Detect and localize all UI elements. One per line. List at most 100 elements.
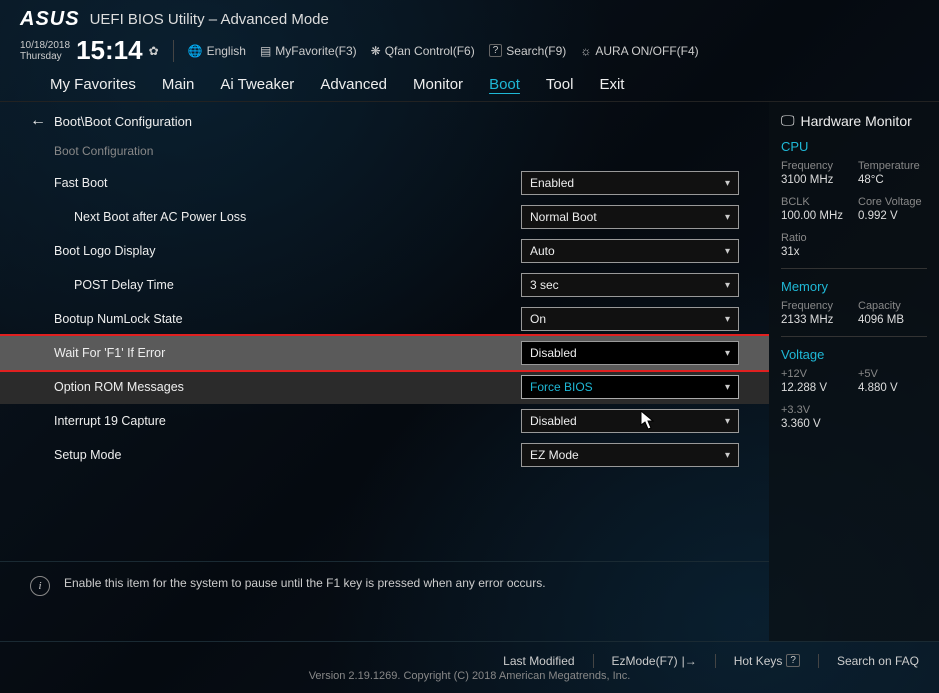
chevron-down-icon: ▾ bbox=[725, 382, 730, 393]
qfan-button[interactable]: ❋ Qfan Control(F6) bbox=[371, 44, 475, 58]
mem-freq-label: Frequency bbox=[781, 300, 850, 312]
list-icon: ▤ bbox=[260, 44, 271, 58]
help-text: Enable this item for the system to pause… bbox=[64, 576, 546, 590]
question-icon: ? bbox=[489, 44, 503, 57]
main-menu: My Favorites Main Ai Tweaker Advanced Monito… bbox=[0, 70, 939, 102]
chevron-down-icon: ▾ bbox=[725, 246, 730, 257]
mem-freq-value: 2133 MHz bbox=[781, 314, 850, 326]
search-label: Search(F9) bbox=[506, 44, 566, 58]
chevron-down-icon: ▾ bbox=[725, 416, 730, 427]
breadcrumb: ← Boot\Boot Configuration bbox=[0, 112, 769, 140]
menu-item-monitor[interactable]: Monitor bbox=[413, 76, 463, 93]
cpu-temp-label: Temperature bbox=[858, 160, 927, 172]
hotkeys-button[interactable]: Hot Keys ? bbox=[734, 654, 800, 668]
menu-item-exit[interactable]: Exit bbox=[599, 76, 624, 93]
voltage-heading: Voltage bbox=[781, 347, 927, 362]
chevron-down-icon: ▾ bbox=[725, 178, 730, 189]
setting-dropdown[interactable]: Force BIOS ▾ bbox=[521, 375, 739, 399]
chevron-down-icon: ▾ bbox=[725, 280, 730, 291]
core-voltage-label: Core Voltage bbox=[858, 196, 927, 208]
language-selector[interactable]: 🌐 English bbox=[188, 44, 246, 58]
hardware-monitor-sidebar: 🖵 Hardware Monitor CPU Frequency Tempera… bbox=[769, 102, 939, 641]
setting-row-setup-mode[interactable]: Setup ModeEZ Mode▾ bbox=[0, 438, 769, 472]
date-text: 10/18/2018 bbox=[20, 40, 70, 51]
setting-label: Interrupt 19 Capture bbox=[54, 414, 521, 428]
setting-dropdown[interactable]: On▾ bbox=[521, 307, 739, 331]
setting-label: POST Delay Time bbox=[74, 278, 521, 292]
menu-item-boot[interactable]: Boot bbox=[489, 76, 520, 93]
setting-row-post-delay-time[interactable]: POST Delay Time 3 sec ▾ bbox=[0, 268, 769, 302]
setting-row-interrupt-19-capture[interactable]: Interrupt 19 Capture Disabled ▾ bbox=[0, 404, 769, 438]
setting-row-boot-logo-display[interactable]: Boot Logo DisplayAuto▾ bbox=[0, 234, 769, 268]
menu-item-my-favorites[interactable]: My Favorites bbox=[50, 76, 136, 93]
setting-label: Bootup NumLock State bbox=[54, 312, 521, 326]
setting-row-next-boot-after-ac-power-loss[interactable]: Next Boot after AC Power LossNormal Boot… bbox=[0, 200, 769, 234]
setting-dropdown[interactable]: Normal Boot▾ bbox=[521, 205, 739, 229]
ezmode-button[interactable]: EzMode(F7) |→ bbox=[612, 654, 697, 668]
menu-item-tool[interactable]: Tool bbox=[546, 76, 574, 93]
globe-icon: 🌐 bbox=[188, 44, 203, 58]
cpu-freq-value: 3100 MHz bbox=[781, 174, 850, 186]
setting-dropdown[interactable]: Disabled ▾ bbox=[521, 341, 739, 365]
dropdown-value: Force BIOS bbox=[530, 380, 593, 394]
exit-icon: |→ bbox=[682, 654, 697, 668]
myfavorite-label: MyFavorite(F3) bbox=[275, 44, 356, 58]
setting-dropdown[interactable]: EZ Mode▾ bbox=[521, 443, 739, 467]
aura-button[interactable]: ☼ AURA ON/OFF(F4) bbox=[580, 44, 698, 58]
footer-bar: Last Modified EzMode(F7) |→ Hot Keys ? S… bbox=[0, 641, 939, 693]
monitor-icon: 🖵 bbox=[781, 112, 795, 129]
setting-label: Boot Logo Display bbox=[54, 244, 521, 258]
info-icon: i bbox=[30, 576, 50, 596]
dropdown-value: On bbox=[530, 312, 546, 326]
language-label: English bbox=[207, 44, 246, 58]
mem-cap-value: 4096 MB bbox=[858, 314, 927, 326]
setting-row-bootup-numlock-state[interactable]: Bootup NumLock StateOn▾ bbox=[0, 302, 769, 336]
fan-icon: ❋ bbox=[371, 44, 381, 58]
mem-cap-label: Capacity bbox=[858, 300, 927, 312]
dropdown-value: Disabled bbox=[530, 414, 577, 428]
faq-button[interactable]: Search on FAQ bbox=[837, 654, 919, 668]
memory-heading: Memory bbox=[781, 279, 927, 294]
setting-label: Fast Boot bbox=[54, 176, 521, 190]
chevron-down-icon: ▾ bbox=[725, 348, 730, 359]
setting-label: Option ROM Messages bbox=[54, 380, 521, 394]
v5-value: 4.880 V bbox=[858, 382, 927, 394]
ezmode-label: EzMode(F7) bbox=[612, 654, 678, 668]
setting-dropdown[interactable]: 3 sec ▾ bbox=[521, 273, 739, 297]
setting-label: Wait For 'F1' If Error bbox=[54, 346, 521, 360]
datetime-block: 10/18/2018 Thursday 15:14 ✿ bbox=[20, 35, 159, 66]
qfan-label: Qfan Control(F6) bbox=[385, 44, 475, 58]
brand-logo: ASUS bbox=[20, 8, 80, 31]
setting-label: Next Boot after AC Power Loss bbox=[74, 210, 521, 224]
setting-dropdown[interactable]: Enabled▾ bbox=[521, 171, 739, 195]
bclk-label: BCLK bbox=[781, 196, 850, 208]
setting-row-wait-for-f1-if-error[interactable]: Wait For 'F1' If Error Disabled ▾ bbox=[0, 336, 769, 370]
clock-text: 15:14 bbox=[76, 35, 143, 66]
bclk-value: 100.00 MHz bbox=[781, 210, 850, 222]
ratio-label: Ratio bbox=[781, 232, 850, 244]
section-title: Boot Configuration bbox=[0, 140, 769, 166]
setting-dropdown[interactable]: Disabled ▾ bbox=[521, 409, 739, 433]
last-modified-button[interactable]: Last Modified bbox=[503, 654, 574, 668]
hotkeys-label: Hot Keys bbox=[734, 654, 783, 668]
setting-row-fast-boot[interactable]: Fast BootEnabled▾ bbox=[0, 166, 769, 200]
sun-icon: ☼ bbox=[580, 44, 591, 58]
top-bar: ASUS UEFI BIOS Utility – Advanced Mode 1… bbox=[0, 0, 939, 70]
dropdown-value: Disabled bbox=[530, 346, 577, 360]
menu-item-advanced[interactable]: Advanced bbox=[320, 76, 387, 93]
search-button[interactable]: ? Search(F9) bbox=[489, 44, 567, 58]
menu-item-main[interactable]: Main bbox=[162, 76, 195, 93]
ratio-value: 31x bbox=[781, 246, 850, 258]
setting-row-option-rom-messages[interactable]: Option ROM Messages Force BIOS ▾ bbox=[0, 370, 769, 404]
dropdown-value: 3 sec bbox=[530, 278, 559, 292]
myfavorite-button[interactable]: ▤ MyFavorite(F3) bbox=[260, 44, 357, 58]
aura-label: AURA ON/OFF(F4) bbox=[595, 44, 698, 58]
cpu-temp-value: 48°C bbox=[858, 174, 927, 186]
gear-icon[interactable]: ✿ bbox=[149, 44, 159, 58]
back-arrow-icon[interactable]: ← bbox=[30, 112, 46, 130]
setting-dropdown[interactable]: Auto▾ bbox=[521, 239, 739, 263]
dropdown-value: Normal Boot bbox=[530, 210, 597, 224]
v5-label: +5V bbox=[858, 368, 927, 380]
main-panel: ← Boot\Boot Configuration Boot Configura… bbox=[0, 102, 769, 641]
menu-item-ai-tweaker[interactable]: Ai Tweaker bbox=[220, 76, 294, 93]
